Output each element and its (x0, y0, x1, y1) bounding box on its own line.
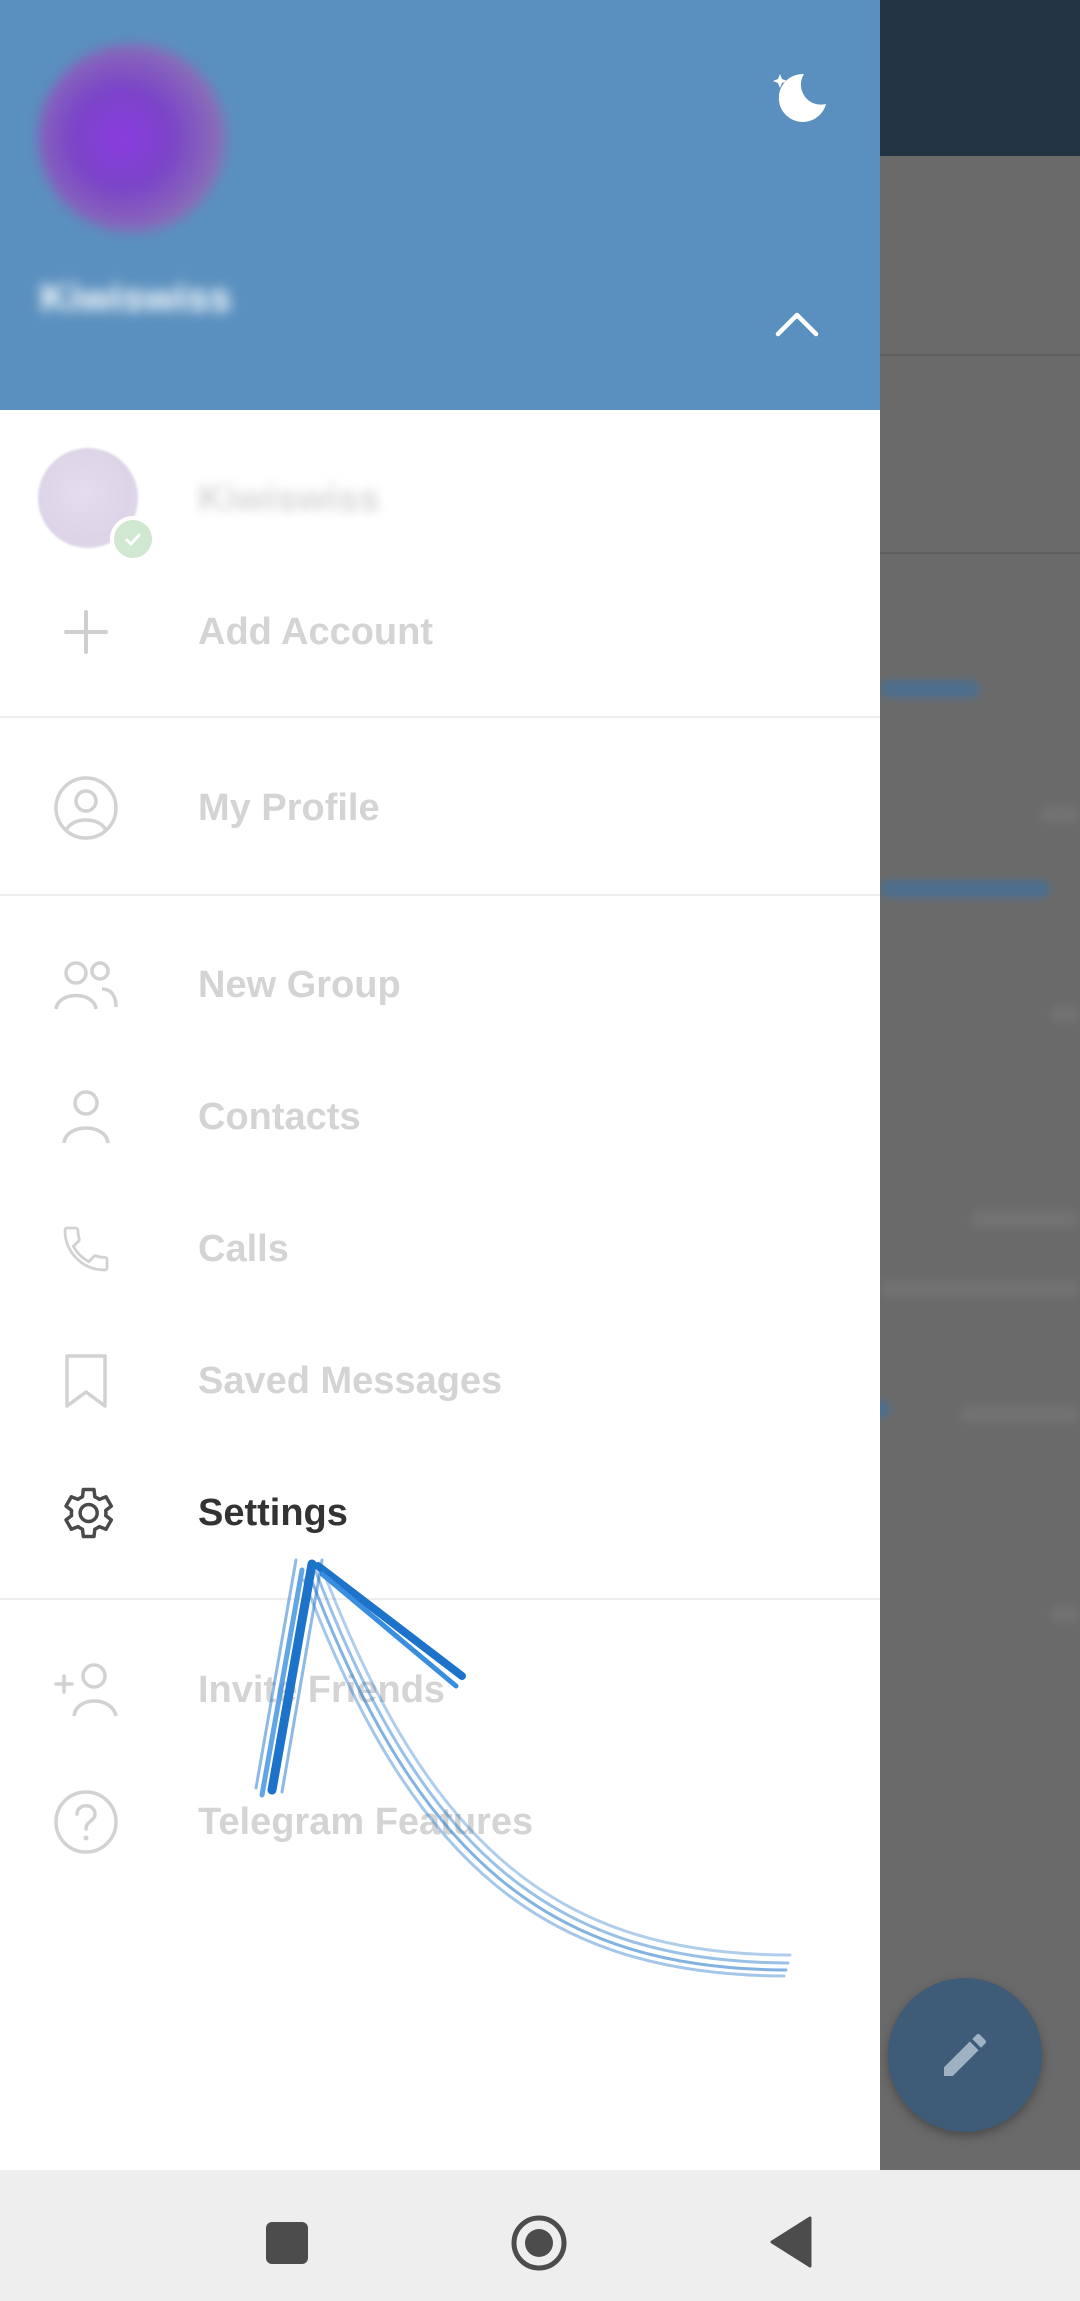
moon-stars-icon[interactable] (764, 64, 830, 130)
menu-item-contacts[interactable]: Contacts (0, 1051, 880, 1183)
divider (0, 894, 880, 896)
add-account-item[interactable]: Add Account (0, 566, 880, 698)
square-icon[interactable] (266, 2222, 308, 2264)
menu-item-calls[interactable]: Calls (0, 1183, 880, 1315)
divider (880, 552, 1080, 554)
divider (0, 716, 880, 718)
menu-label: New Group (198, 963, 401, 1006)
triangle-back-icon[interactable] (768, 2214, 814, 2270)
menu-label: Settings (198, 1491, 348, 1534)
system-navigation-bar (0, 2170, 1080, 2301)
blurred-text (880, 680, 980, 698)
header-user-name: Kiwiswiss (40, 276, 232, 320)
blurred-text (960, 1405, 1080, 1423)
menu-label: Contacts (198, 1095, 361, 1138)
navigation-drawer: Kiwiswiss Kiwiswiss Add Account My Profi… (0, 0, 880, 2170)
divider (880, 354, 1080, 356)
menu-item-telegram-features[interactable]: Telegram Features (0, 1756, 880, 1888)
blurred-text (880, 1280, 1080, 1298)
pencil-icon (944, 2033, 986, 2076)
menu-item-invite-friends[interactable]: Invite Friends (0, 1624, 880, 1756)
add-account-label: Add Account (198, 610, 434, 653)
menu-item-settings[interactable]: Settings (0, 1447, 880, 1579)
compose-button[interactable] (888, 1978, 1042, 2132)
menu-label: Invite Friends (198, 1668, 446, 1711)
person-icon (52, 1083, 120, 1151)
group-icon (52, 951, 120, 1019)
check-icon (110, 516, 156, 562)
gear-icon (52, 1479, 120, 1547)
menu-item-my-profile[interactable]: My Profile (0, 742, 880, 874)
blurred-text (1050, 1605, 1080, 1623)
blurred-text (1050, 1005, 1080, 1023)
drawer-header: Kiwiswiss (0, 0, 880, 410)
phone-icon (52, 1215, 120, 1283)
blurred-text (880, 880, 1050, 898)
bookmark-icon (52, 1347, 120, 1415)
menu-item-saved-messages[interactable]: Saved Messages (0, 1315, 880, 1447)
question-circle-icon (52, 1788, 120, 1856)
blurred-text (970, 1210, 1080, 1228)
circle-home-icon[interactable] (510, 2214, 568, 2272)
menu-label: Telegram Features (198, 1800, 534, 1843)
avatar[interactable] (38, 44, 226, 232)
menu-label: My Profile (198, 786, 380, 829)
chevron-up-icon[interactable] (772, 300, 822, 350)
add-person-icon (52, 1656, 120, 1724)
plus-icon (52, 598, 120, 666)
user-circle-icon (52, 774, 120, 842)
divider (0, 1598, 880, 1600)
menu-label: Calls (198, 1227, 289, 1270)
menu-item-new-group[interactable]: New Group (0, 919, 880, 1051)
menu-label: Saved Messages (198, 1359, 503, 1402)
blurred-text (1040, 805, 1080, 823)
account-name[interactable]: Kiwiswiss (198, 478, 380, 521)
